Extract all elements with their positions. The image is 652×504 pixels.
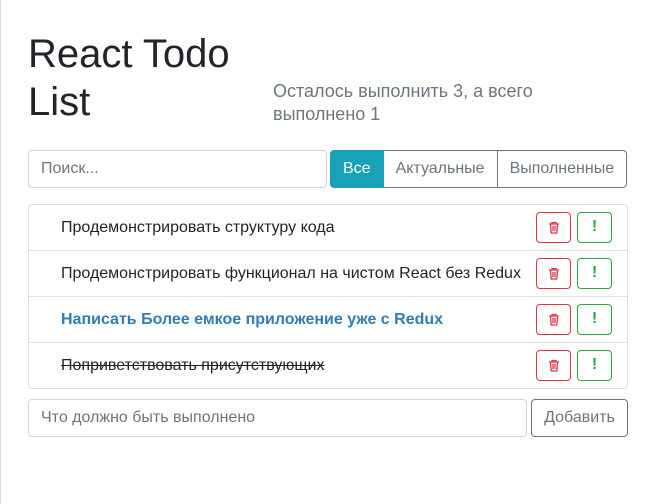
app-header: React Todo List Осталось выполнить 3, а … [28, 30, 628, 130]
search-panel: Все Актуальные Выполненные [28, 150, 628, 188]
trash-icon [548, 267, 559, 280]
todo-item-label[interactable]: Продемонстрировать функционал на чистом … [61, 251, 521, 296]
add-item-form: Добавить [28, 399, 628, 437]
status-filter: Все Актуальные Выполненные [330, 150, 628, 188]
todo-item: Написать Более емкое приложение уже с Re… [29, 296, 627, 342]
todo-item-label[interactable]: Поприветствовать присутствующих [61, 343, 324, 388]
mark-important-button[interactable]: ! [577, 349, 612, 381]
filter-all-button[interactable]: Все [330, 150, 384, 188]
todo-item-label[interactable]: Написать Более емкое приложение уже с Re… [61, 297, 443, 342]
exclamation-icon: ! [591, 218, 598, 235]
trash-icon [548, 313, 559, 326]
todo-item: Поприветствовать присутствующих ! [29, 342, 627, 388]
mark-important-button[interactable]: ! [577, 257, 612, 289]
todo-item: Продемонстрировать функционал на чистом … [29, 250, 627, 296]
filter-active-button[interactable]: Актуальные [382, 150, 498, 188]
mark-important-button[interactable]: ! [577, 303, 612, 335]
page-title: React Todo List [28, 32, 230, 124]
delete-button[interactable] [536, 211, 571, 243]
todo-counter: Осталось выполнить 3, а всего выполнено … [273, 81, 533, 124]
new-todo-input[interactable] [28, 399, 527, 437]
todo-item: Продемонстрировать структуру кода ! [29, 205, 627, 250]
exclamation-icon: ! [591, 310, 598, 327]
add-button[interactable]: Добавить [531, 399, 628, 437]
todo-list: Продемонстрировать структуру кода ! Прод… [28, 204, 628, 389]
delete-button[interactable] [536, 257, 571, 289]
filter-done-button[interactable]: Выполненные [496, 150, 628, 188]
todo-item-label[interactable]: Продемонстрировать структуру кода [61, 205, 335, 250]
trash-icon [548, 359, 559, 372]
exclamation-icon: ! [591, 264, 598, 281]
search-input[interactable] [28, 150, 327, 188]
mark-important-button[interactable]: ! [577, 211, 612, 243]
trash-icon [548, 221, 559, 234]
delete-button[interactable] [536, 303, 571, 335]
exclamation-icon: ! [591, 356, 598, 373]
delete-button[interactable] [536, 349, 571, 381]
